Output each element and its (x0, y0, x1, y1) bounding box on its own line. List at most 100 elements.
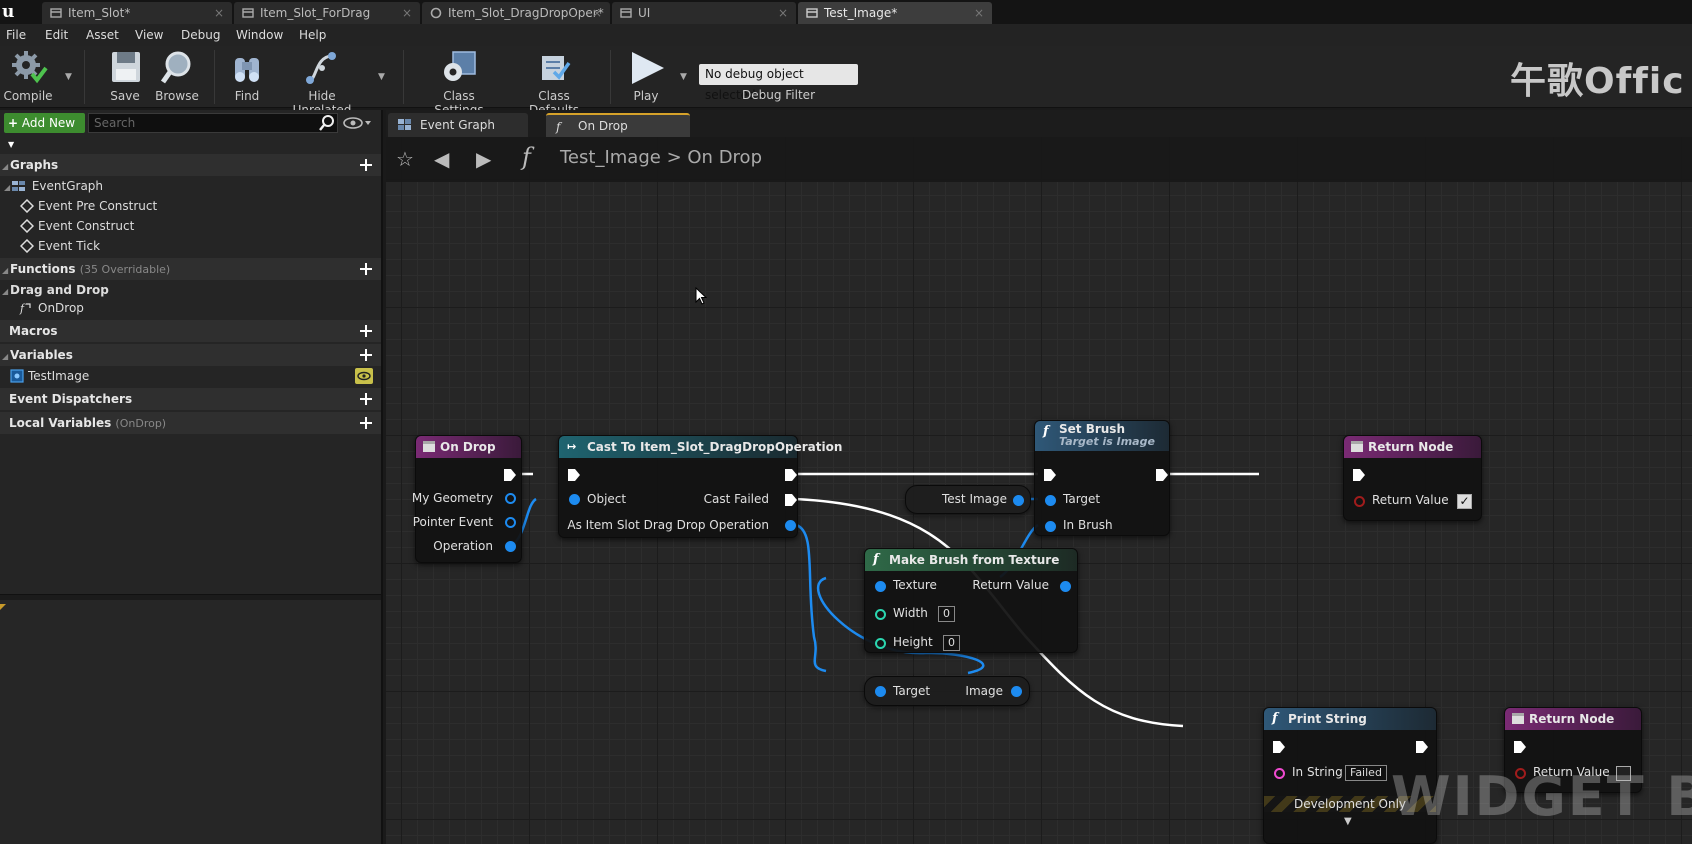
visibility-eye-icon[interactable] (355, 368, 373, 384)
exec-out-pin[interactable] (504, 469, 516, 481)
breadcrumb-blueprint[interactable]: Test_Image (560, 147, 661, 168)
view-options-eye-icon[interactable] (342, 114, 372, 132)
variables-section[interactable]: ◢ Variables (0, 344, 381, 366)
menu-window[interactable]: Window (236, 28, 283, 42)
doc-tab-item-slot[interactable]: Item_Slot* × (42, 2, 232, 24)
hide-unrelated-button[interactable]: Hide Unrelated (279, 50, 365, 117)
search-icon[interactable] (318, 114, 336, 132)
debug-object-select[interactable]: No debug object selected ▼ (699, 64, 858, 102)
image-output-pin[interactable] (1011, 686, 1022, 697)
pin-label-object: Object (587, 492, 627, 506)
star-icon[interactable]: ☆ (396, 147, 414, 171)
texture-pin[interactable] (875, 581, 886, 592)
tab-on-drop[interactable]: f On Drop (546, 113, 690, 137)
close-icon[interactable]: × (214, 2, 224, 24)
event-construct-item[interactable]: Event Construct (0, 216, 381, 236)
menu-asset[interactable]: Asset (86, 28, 119, 42)
set-brush-node[interactable]: f Set Brush Target is Image Target In Br… (1034, 420, 1170, 536)
in-brush-pin[interactable] (1045, 521, 1056, 532)
exec-in-pin[interactable] (1273, 741, 1285, 753)
on-drop-node[interactable]: On Drop My Geometry Pointer Event Operat… (412, 435, 522, 563)
local-variables-section[interactable]: Local Variables (OnDrop) (0, 412, 381, 434)
return-node-top[interactable]: Return Node Return Value ✓ (1343, 435, 1482, 521)
on-drop-function-item[interactable]: f OnDrop (0, 298, 381, 318)
make-brush-from-texture-node[interactable]: f Make Brush from Texture Texture Return… (864, 548, 1078, 653)
play-button[interactable]: Play (622, 50, 670, 103)
menu-edit[interactable]: Edit (45, 28, 68, 42)
class-settings-button[interactable]: Class Settings (418, 50, 500, 117)
exec-in-pin[interactable] (1514, 741, 1526, 753)
in-string-input[interactable]: Failed (1345, 765, 1387, 781)
height-input[interactable]: 0 (943, 635, 960, 651)
close-icon[interactable]: × (592, 2, 602, 24)
target-pin[interactable] (1045, 495, 1056, 506)
getter-target-pin[interactable] (875, 686, 886, 697)
event-pre-construct-item[interactable]: Event Pre Construct (0, 196, 381, 216)
hide-unrelated-dropdown-icon[interactable]: ▼ (378, 72, 385, 82)
functions-section[interactable]: ◢ Functions (35 Overridable) (0, 258, 381, 280)
exec-in-pin[interactable] (1353, 469, 1365, 481)
browse-button[interactable]: Browse (153, 50, 201, 103)
exec-out-pin[interactable] (1156, 469, 1168, 481)
compile-options-dropdown-icon[interactable]: ▼ (65, 72, 72, 82)
width-input[interactable]: 0 (938, 606, 955, 622)
menu-help[interactable]: Help (299, 28, 326, 42)
test-image-variable-node[interactable]: Test Image (905, 485, 1031, 514)
add-variable-plus-icon[interactable] (359, 348, 373, 362)
close-icon[interactable]: × (778, 2, 788, 24)
drag-and-drop-category[interactable]: ◢ Drag and Drop (0, 280, 381, 300)
expand-chevron-icon[interactable]: ▼ (1344, 816, 1352, 827)
object-pin[interactable] (569, 494, 580, 505)
menu-view[interactable]: View (135, 28, 163, 42)
menu-debug[interactable]: Debug (181, 28, 220, 42)
class-defaults-button[interactable]: Class Defaults (513, 50, 595, 117)
as-operation-pin[interactable] (785, 520, 796, 531)
close-icon[interactable]: × (974, 2, 984, 24)
exec-in-pin[interactable] (1044, 469, 1056, 481)
exec-out-pin[interactable] (1416, 741, 1428, 753)
brush-return-pin[interactable] (1060, 581, 1071, 592)
my-geometry-pin[interactable] (505, 493, 516, 504)
add-function-plus-icon[interactable] (359, 262, 373, 276)
search-input[interactable]: Search (88, 113, 338, 133)
graph-canvas[interactable]: ☆ ◀ ▶ f Test_Image > On Drop On Drop My … (386, 137, 1692, 844)
close-icon[interactable]: × (402, 2, 412, 24)
test-image-output-pin[interactable] (1013, 495, 1024, 506)
event-graph-item[interactable]: ◢ EventGraph (0, 176, 381, 196)
exec-out-pin[interactable] (785, 469, 797, 481)
play-options-dropdown-icon[interactable]: ▼ (680, 72, 687, 82)
width-pin[interactable] (875, 609, 886, 620)
pointer-event-pin[interactable] (505, 517, 516, 528)
toolbar-separator (403, 50, 404, 104)
exec-in-pin[interactable] (568, 469, 580, 481)
event-tick-item[interactable]: Event Tick (0, 236, 381, 256)
add-macro-plus-icon[interactable] (359, 324, 373, 338)
find-button[interactable]: Find (227, 50, 267, 103)
save-button[interactable]: Save (103, 50, 147, 103)
cast-to-node[interactable]: ↦ Cast To Item_Slot_DragDropOperation Ob… (558, 435, 842, 538)
doc-tab-test-image[interactable]: Test_Image* × (798, 2, 992, 24)
graphs-section[interactable]: ◢ Graphs (0, 154, 381, 176)
image-getter-node[interactable]: Target Image (864, 676, 1030, 706)
compile-button[interactable]: Compile (2, 50, 54, 103)
return-value-pin[interactable] (1354, 496, 1365, 507)
event-dispatchers-section[interactable]: Event Dispatchers (0, 388, 381, 410)
return-value-checkbox[interactable]: ✓ (1457, 494, 1472, 509)
forward-arrow-icon[interactable]: ▶ (476, 147, 491, 171)
add-graph-plus-icon[interactable] (359, 158, 373, 172)
add-new-button[interactable]: + Add New ▼ (4, 113, 85, 149)
doc-tab-item-slot-fordrag[interactable]: Item_Slot_ForDrag × (234, 2, 420, 24)
test-image-variable-item[interactable]: TestImage (0, 366, 381, 386)
doc-tab-ui[interactable]: UI × (612, 2, 796, 24)
height-pin[interactable] (875, 638, 886, 649)
operation-pin[interactable] (505, 541, 516, 552)
add-event-dispatcher-plus-icon[interactable] (359, 392, 373, 406)
tab-event-graph[interactable]: Event Graph (388, 113, 528, 137)
back-arrow-icon[interactable]: ◀ (434, 147, 449, 171)
add-local-variable-plus-icon[interactable] (359, 416, 373, 430)
menu-file[interactable]: File (6, 28, 26, 42)
in-string-pin[interactable] (1274, 768, 1285, 779)
doc-tab-dragdrop-operation[interactable]: Item_Slot_DragDropOper* × (422, 2, 610, 24)
cast-failed-exec-pin[interactable] (785, 494, 797, 506)
macros-section[interactable]: Macros (0, 320, 381, 342)
